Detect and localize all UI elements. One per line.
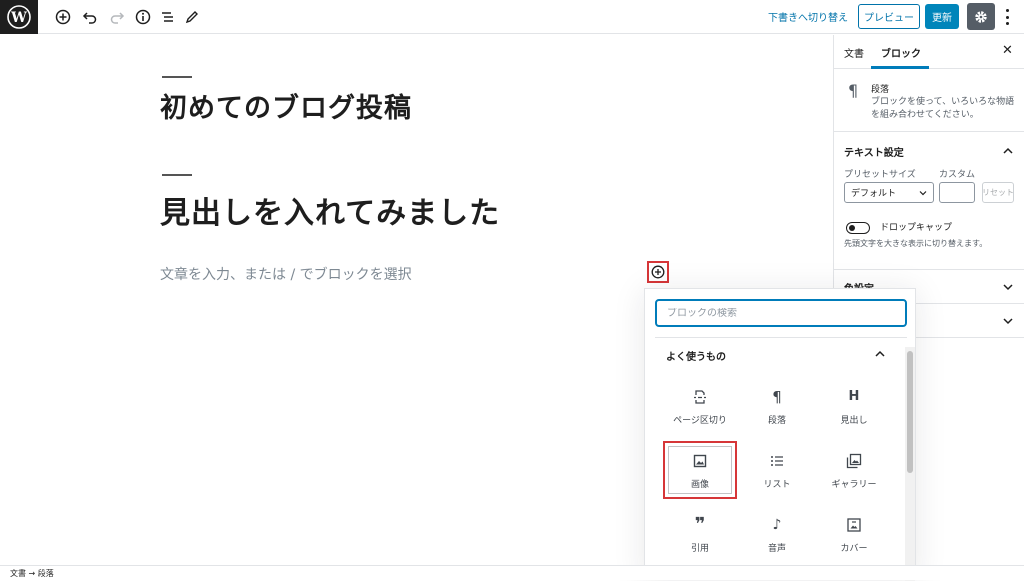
add-block-icon[interactable] xyxy=(54,8,72,26)
block-item-label: 段落 xyxy=(767,415,786,426)
wordpress-logo-icon[interactable]: W xyxy=(0,0,38,34)
dropcap-toggle[interactable] xyxy=(846,222,870,234)
block-card: ¶ 段落 ブロックを使って、いろいろな物語を組み合わせてください。 xyxy=(834,69,1024,132)
dropcap-label: ドロップキャップ xyxy=(880,223,953,233)
paragraph-icon: ¶ xyxy=(848,81,859,100)
quote-icon: ❞ xyxy=(694,513,706,535)
chevron-down-icon[interactable] xyxy=(1002,281,1014,293)
block-item-label: 引用 xyxy=(690,543,709,554)
chevron-down-icon xyxy=(919,190,927,195)
redo-icon[interactable] xyxy=(108,8,126,26)
audio-icon: ♪ xyxy=(772,516,782,533)
block-item-label: 画像 xyxy=(690,479,709,490)
chevron-up-icon[interactable] xyxy=(874,348,886,360)
block-inserter-popover: よく使うもの ページ区切り ¶ 段落 H 見出し 画像 xyxy=(644,288,916,581)
dropcap-help: 先頭文字を大きな表示に切り替えます。 xyxy=(844,239,988,248)
block-search-input[interactable] xyxy=(667,307,895,319)
block-item-label: リスト xyxy=(763,479,791,490)
preset-size-label: プリセットサイズ xyxy=(844,170,916,180)
info-icon[interactable] xyxy=(134,8,152,26)
block-item-cover[interactable]: カバー xyxy=(817,505,891,563)
chevron-down-icon[interactable] xyxy=(1002,315,1014,327)
block-item-label: 見出し xyxy=(840,415,868,426)
block-item-audio[interactable]: ♪ 音声 xyxy=(740,505,814,563)
block-item-label: カバー xyxy=(840,543,868,554)
preset-size-value: デフォルト xyxy=(851,189,897,199)
scrollbar[interactable] xyxy=(905,347,915,581)
block-item-image[interactable]: 画像 xyxy=(663,441,737,499)
block-item-paragraph[interactable]: ¶ 段落 xyxy=(740,377,814,435)
paragraph-icon: ¶ xyxy=(772,387,782,406)
most-used-panel-title[interactable]: よく使うもの xyxy=(666,348,726,363)
block-item-quote[interactable]: ❞ 引用 xyxy=(663,505,737,563)
heading-separator xyxy=(162,174,192,176)
cover-icon xyxy=(844,515,864,535)
custom-size-input[interactable] xyxy=(939,182,975,203)
block-item-label: ページ区切り xyxy=(673,415,727,426)
block-search-field[interactable] xyxy=(655,299,907,327)
tab-block[interactable]: ブロック xyxy=(881,45,921,60)
block-name: 段落 xyxy=(871,85,890,95)
edit-pencil-icon[interactable] xyxy=(183,8,201,26)
block-description: ブロックを使って、いろいろな物語を組み合わせてください。 xyxy=(871,97,1015,120)
divider xyxy=(655,337,907,338)
undo-icon[interactable] xyxy=(81,8,99,26)
text-settings-panel: テキスト設定 プリセットサイズ カスタム デフォルト リセット ドロップキャップ… xyxy=(834,132,1024,270)
title-separator xyxy=(162,76,192,78)
tab-document[interactable]: 文書 xyxy=(844,45,864,60)
inline-inserter-plus-icon[interactable] xyxy=(647,261,669,283)
reset-button[interactable]: リセット xyxy=(982,182,1014,203)
image-icon xyxy=(690,451,710,471)
page-break-icon xyxy=(690,387,710,407)
editor-footer: 文書 → 段落 xyxy=(0,565,1024,580)
svg-text:W: W xyxy=(10,10,27,26)
chevron-up-icon[interactable] xyxy=(1002,145,1014,157)
preset-size-select[interactable]: デフォルト xyxy=(844,182,934,203)
editor-header: W 下書きへ切り替え プレビュー 更新 xyxy=(0,0,1024,34)
paragraph-placeholder[interactable]: 文章を入力、または / でブロックを選択 xyxy=(160,264,412,284)
gallery-icon xyxy=(844,451,864,471)
heading-block[interactable]: 見出しを入れてみました xyxy=(160,188,500,232)
block-navigation-icon[interactable] xyxy=(159,8,177,26)
text-settings-title[interactable]: テキスト設定 xyxy=(844,144,904,159)
preview-button[interactable]: プレビュー xyxy=(858,4,920,29)
breadcrumb[interactable]: 文書 → 段落 xyxy=(10,568,54,579)
sidebar-tabs: 文書 ブロック ✕ xyxy=(834,35,1024,69)
list-icon xyxy=(767,451,787,471)
close-icon[interactable]: ✕ xyxy=(1002,43,1013,58)
settings-gear-icon[interactable] xyxy=(967,3,995,30)
switch-to-draft-link[interactable]: 下書きへ切り替え xyxy=(768,9,848,24)
block-item-label: ギャラリー xyxy=(831,479,877,490)
block-item-page-break[interactable]: ページ区切り xyxy=(663,377,737,435)
update-button[interactable]: 更新 xyxy=(925,4,959,29)
post-title[interactable]: 初めてのブログ投稿 xyxy=(160,86,412,125)
scroll-thumb[interactable] xyxy=(907,351,913,473)
block-item-list[interactable]: リスト xyxy=(740,441,814,499)
block-item-gallery[interactable]: ギャラリー xyxy=(817,441,891,499)
block-item-heading[interactable]: H 見出し xyxy=(817,377,891,435)
custom-size-label: カスタム xyxy=(939,170,976,180)
heading-icon: H xyxy=(848,389,860,404)
more-options-icon[interactable] xyxy=(1001,7,1013,27)
block-item-label: 音声 xyxy=(767,543,786,554)
